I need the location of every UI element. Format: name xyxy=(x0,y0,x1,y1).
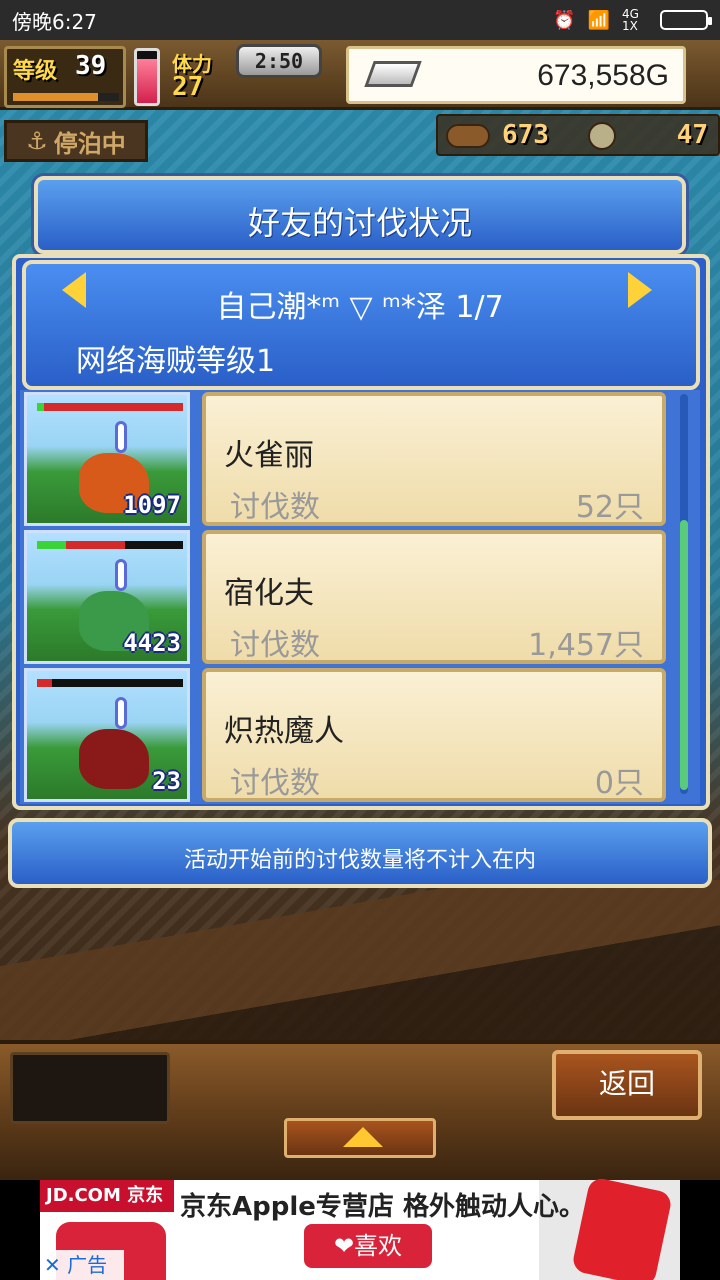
level-box: 等级 39 xyxy=(4,46,126,108)
gold-value: 673,558G xyxy=(537,59,669,92)
status-icons: ⏰ 📶 4G 1X xyxy=(553,7,712,33)
friend-rank: 网络海贼等级1 xyxy=(76,344,276,379)
exclamation-icon xyxy=(115,421,127,453)
level-label: 等级 xyxy=(13,59,58,84)
status-bar: 傍晚6:27 ⏰ 📶 4G 1X xyxy=(0,0,720,40)
level-progress-bar xyxy=(13,93,119,101)
empty-slot xyxy=(10,1052,170,1124)
ad-close-button[interactable]: ✕ 广告 xyxy=(40,1250,124,1280)
monster-thumbnail: 23 xyxy=(24,668,190,802)
back-button[interactable]: 返回 xyxy=(552,1050,702,1120)
moor-status-text: 停泊中 xyxy=(53,129,126,158)
monster-card: 宿化夫 讨伐数 1,457只 xyxy=(202,530,666,664)
exclamation-icon xyxy=(115,697,127,729)
gold-display: 673,558G xyxy=(346,46,686,104)
monster-name: 炽热魔人 xyxy=(224,714,344,749)
alarm-icon: ⏰ xyxy=(553,9,576,31)
moor-status-badge: ⚓ 停泊中 xyxy=(4,120,148,162)
hp-green xyxy=(37,541,67,549)
hp-red xyxy=(66,541,125,549)
monster-level: 4423 xyxy=(123,629,181,657)
resource-display: 673 47 xyxy=(436,114,720,156)
ad-like-button[interactable]: ❤喜欢 xyxy=(304,1224,432,1268)
prev-friend-arrow-icon[interactable] xyxy=(62,272,86,308)
level-value: 39 xyxy=(75,51,107,81)
list-item[interactable]: 1097 火雀丽 讨伐数 52只 xyxy=(24,392,666,526)
count-value: 1,457只 xyxy=(528,628,644,663)
stamina-timer: 2:50 xyxy=(236,44,322,78)
monster-card: 火雀丽 讨伐数 52只 xyxy=(202,392,666,526)
ad-headline: 京东Apple专营店 格外触动人心。 xyxy=(180,1192,585,1222)
monster-name: 宿化夫 xyxy=(224,576,314,611)
hp-red xyxy=(37,679,52,687)
hp-bar xyxy=(37,679,183,687)
status-time: 傍晚6:27 xyxy=(12,9,97,34)
monster-card: 炽热魔人 讨伐数 0只 xyxy=(202,668,666,802)
notice-panel: 活动开始前的讨伐数量将不计入在内 xyxy=(8,818,712,888)
exclamation-icon xyxy=(115,559,127,591)
monster-name: 火雀丽 xyxy=(224,438,314,473)
count-label: 讨伐数 xyxy=(230,766,320,801)
list-item[interactable]: 4423 宿化夫 讨伐数 1,457只 xyxy=(24,530,666,664)
dialog-title-panel: 好友的讨伐状况 xyxy=(34,176,686,254)
coin-icon xyxy=(588,122,616,150)
level-progress-fill xyxy=(13,93,98,101)
anchor-icon: ⚓ xyxy=(26,127,48,155)
silver-ingot-icon xyxy=(364,61,422,87)
ship-deck xyxy=(0,880,720,1040)
stamina-gauge xyxy=(134,48,160,106)
resource1-value: 673 xyxy=(502,120,549,150)
monster-sprite xyxy=(79,729,149,789)
hp-bar xyxy=(37,541,183,549)
next-friend-arrow-icon[interactable] xyxy=(628,272,652,308)
stamina-value: 27 xyxy=(172,72,204,102)
count-value: 0只 xyxy=(594,766,644,801)
count-label: 讨伐数 xyxy=(230,628,320,663)
stamina-fill xyxy=(137,58,157,103)
phone-image xyxy=(570,1176,674,1280)
count-value: 52只 xyxy=(575,490,644,525)
monster-level: 23 xyxy=(152,767,181,795)
notice-text: 活动开始前的讨伐数量将不计入在内 xyxy=(183,848,536,873)
ad-logo: JD.COM 京东 xyxy=(40,1180,174,1212)
monster-thumbnail: 1097 xyxy=(24,392,190,526)
ad-content[interactable]: JD.COM 京东 京东Apple专营店 格外触动人心。 ❤喜欢 xyxy=(40,1176,680,1280)
network-type: 4G 1X xyxy=(622,7,639,33)
monster-level: 1097 xyxy=(123,491,181,519)
up-arrow-icon xyxy=(343,1127,383,1147)
list-item[interactable]: 23 炽热魔人 讨伐数 0只 xyxy=(24,668,666,802)
hp-bar xyxy=(37,403,183,411)
battery-icon xyxy=(660,10,712,30)
count-label: 讨伐数 xyxy=(230,490,320,525)
expand-menu-button[interactable] xyxy=(284,1118,436,1158)
scrollbar-thumb[interactable] xyxy=(680,520,688,790)
food-icon xyxy=(446,124,490,148)
wifi-icon: 📶 xyxy=(587,9,610,31)
resource2-value: 47 xyxy=(676,120,708,150)
friend-name: 自己潮*ᵐ ▽ ᵐ*泽 1/7 xyxy=(216,290,504,325)
dialog-title: 好友的讨伐状况 xyxy=(247,204,472,242)
monster-thumbnail: 4423 xyxy=(24,530,190,664)
hp-red xyxy=(44,403,183,411)
hp-green xyxy=(37,403,45,411)
